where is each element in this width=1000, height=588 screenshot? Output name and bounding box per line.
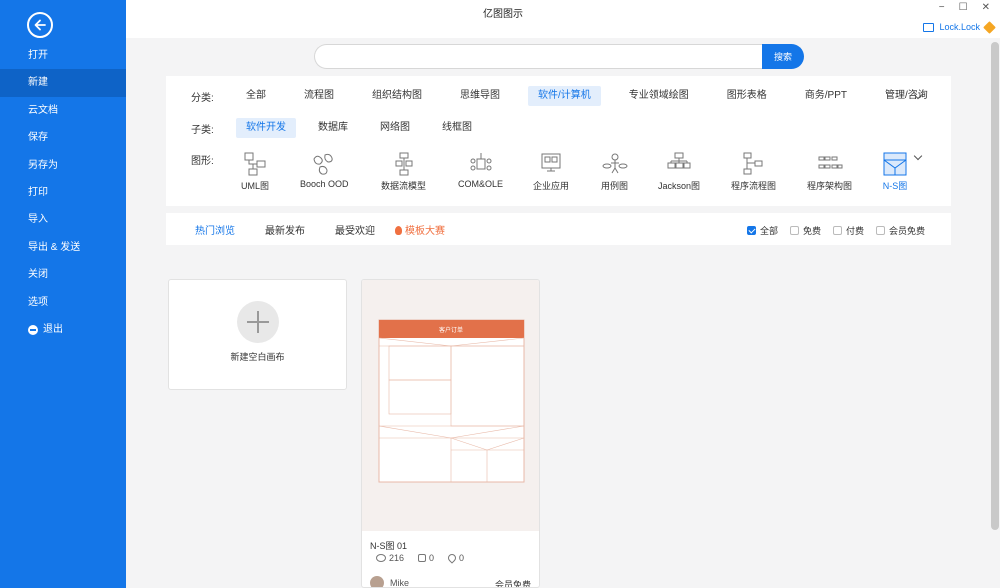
chevron-down-icon[interactable] bbox=[913, 151, 923, 161]
minimize-button[interactable]: − bbox=[939, 2, 945, 13]
thumb-title: 客户订单 bbox=[439, 326, 463, 334]
fire-icon bbox=[395, 226, 402, 235]
shape-usecase[interactable]: 用例图 bbox=[601, 151, 628, 192]
checkbox-member-free[interactable] bbox=[875, 226, 885, 235]
sidebar-item-save-as[interactable]: 另存为 bbox=[0, 152, 126, 179]
template-price: 会员免费 bbox=[494, 580, 531, 588]
jackson-icon bbox=[667, 152, 691, 169]
avatar bbox=[370, 576, 384, 587]
sidebar: 打开 新建 云文档 保存 另存为 打印 导入 导出 & 发送 关闭 选项 退出 bbox=[0, 0, 126, 588]
scrollbar[interactable] bbox=[991, 42, 999, 530]
sidebar-item-new[interactable]: 新建 bbox=[0, 69, 126, 97]
category-org-chart[interactable]: 组织结构图 bbox=[362, 86, 432, 106]
sidebar-menu: 打开 新建 云文档 保存 另存为 打印 导入 导出 & 发送 关闭 选项 退出 bbox=[0, 42, 126, 343]
search-input[interactable] bbox=[314, 44, 762, 69]
tab-contest[interactable]: 模板大赛 bbox=[395, 222, 445, 237]
com-ole-icon bbox=[470, 153, 491, 171]
tab-hot[interactable]: 热门浏览 bbox=[195, 222, 235, 237]
category-professional[interactable]: 专业领域绘图 bbox=[619, 86, 699, 106]
title-bar: 亿图图示 − ☐ ✕ Lock.Lock bbox=[126, 0, 1000, 38]
checkbox-paid[interactable] bbox=[832, 226, 842, 235]
sidebar-item-print[interactable]: 打印 bbox=[0, 179, 126, 206]
sort-tabs-bar: 热门浏览 最新发布 最受欢迎 模板大赛 全部 免费 付费 会员免费 bbox=[166, 213, 951, 245]
subcategory-database[interactable]: 数据库 bbox=[308, 118, 358, 138]
subcategory-row: 子类: 软件开发 数据库 网络图 线框图 bbox=[166, 118, 484, 138]
exit-icon bbox=[28, 324, 38, 335]
shape-ns[interactable]: N-S图 bbox=[882, 151, 908, 192]
shape-enterprise[interactable]: 企业应用 bbox=[533, 151, 569, 192]
usecase-icon bbox=[602, 153, 627, 174]
checkbox-free[interactable] bbox=[789, 226, 799, 235]
category-tables[interactable]: 图形表格 bbox=[717, 86, 777, 106]
checkbox-all[interactable] bbox=[746, 226, 756, 235]
subcategory-label: 子类: bbox=[191, 124, 214, 136]
template-author: Mike bbox=[370, 576, 409, 587]
arrow-left-icon bbox=[34, 19, 46, 31]
message-icon[interactable] bbox=[923, 22, 935, 32]
new-blank-canvas-card[interactable]: 新建空白画布 bbox=[168, 279, 347, 390]
favorites-stat[interactable]: 0 bbox=[446, 552, 464, 564]
category-management[interactable]: 管理/咨询 bbox=[875, 86, 938, 106]
program-flow-icon bbox=[743, 152, 762, 175]
template-thumbnail: 客户订单 bbox=[362, 280, 539, 531]
category-label: 分类: bbox=[191, 92, 214, 104]
sidebar-item-exit[interactable]: 退出 bbox=[0, 316, 126, 343]
app-title: 亿图图示 bbox=[483, 9, 523, 20]
price-filter: 全部 免费 付费 会员免费 bbox=[746, 224, 925, 237]
category-software[interactable]: 软件/计算机 bbox=[528, 86, 601, 106]
shape-booch[interactable]: Booch OOD bbox=[300, 151, 349, 189]
window-controls: − ☐ ✕ bbox=[939, 2, 990, 13]
heart-icon bbox=[446, 552, 458, 564]
back-button[interactable] bbox=[27, 12, 53, 38]
category-all[interactable]: 全部 bbox=[236, 86, 276, 106]
dataflow-icon bbox=[395, 152, 412, 176]
sidebar-item-open[interactable]: 打开 bbox=[0, 42, 126, 69]
uml-icon bbox=[244, 152, 266, 176]
close-button[interactable]: ✕ bbox=[982, 2, 990, 13]
eye-icon bbox=[376, 554, 386, 562]
tab-latest[interactable]: 最新发布 bbox=[265, 222, 305, 237]
plus-icon bbox=[237, 301, 279, 343]
shape-program-flow[interactable]: 程序流程图 bbox=[731, 151, 776, 192]
sidebar-item-cloud[interactable]: 云文档 bbox=[0, 97, 126, 124]
vip-diamond-icon bbox=[983, 20, 996, 34]
shape-jackson[interactable]: Jackson图 bbox=[658, 151, 700, 192]
sidebar-item-import[interactable]: 导入 bbox=[0, 206, 126, 233]
shape-program-arch[interactable]: 程序架构图 bbox=[807, 151, 852, 192]
new-blank-canvas-label: 新建空白画布 bbox=[230, 352, 285, 362]
subcategory-wireframe[interactable]: 线框图 bbox=[432, 118, 482, 138]
shape-label: 图形: bbox=[191, 156, 214, 167]
category-mind-map[interactable]: 思维导图 bbox=[450, 86, 510, 106]
ns-diagram-preview: 客户订单 bbox=[378, 319, 525, 483]
tab-popular[interactable]: 最受欢迎 bbox=[335, 222, 375, 237]
booch-icon bbox=[313, 153, 333, 175]
template-stats: 216 0 0 bbox=[376, 552, 464, 564]
maximize-button[interactable]: ☐ bbox=[959, 2, 968, 13]
sidebar-item-close[interactable]: 关闭 bbox=[0, 261, 126, 288]
sidebar-item-save[interactable]: 保存 bbox=[0, 124, 126, 151]
filter-panel: 分类: 全部 流程图 组织结构图 思维导图 软件/计算机 专业领域绘图 图形表格… bbox=[166, 76, 951, 206]
shape-com-ole[interactable]: COM&OLE bbox=[458, 151, 503, 189]
sidebar-item-export[interactable]: 导出 & 发送 bbox=[0, 234, 126, 261]
likes-stat[interactable]: 0 bbox=[418, 553, 434, 563]
search-button[interactable]: 搜索 bbox=[762, 44, 804, 69]
template-name: N-S图 01 bbox=[370, 541, 408, 551]
shape-row-label: 图形: bbox=[166, 152, 236, 167]
ns-icon bbox=[883, 152, 907, 176]
thumbs-up-icon bbox=[418, 554, 427, 562]
subcategory-software-dev[interactable]: 软件开发 bbox=[236, 118, 296, 138]
user-area: Lock.Lock bbox=[923, 20, 996, 34]
category-row: 分类: 全部 流程图 组织结构图 思维导图 软件/计算机 专业领域绘图 图形表格… bbox=[166, 86, 940, 106]
shape-dataflow[interactable]: 数据流模型 bbox=[381, 151, 426, 192]
category-flowchart[interactable]: 流程图 bbox=[294, 86, 344, 106]
enterprise-icon bbox=[541, 153, 561, 172]
sidebar-item-options[interactable]: 选项 bbox=[0, 289, 126, 316]
shape-uml[interactable]: UML图 bbox=[241, 151, 269, 192]
user-name[interactable]: Lock.Lock bbox=[939, 22, 980, 32]
program-arch-icon bbox=[818, 156, 842, 169]
subcategory-network[interactable]: 网络图 bbox=[370, 118, 420, 138]
template-card[interactable]: 客户订单 N-S图 01 216 0 0 Mike 会员免费 bbox=[361, 279, 540, 588]
views-stat: 216 bbox=[376, 553, 404, 563]
category-business[interactable]: 商务/PPT bbox=[795, 86, 857, 106]
